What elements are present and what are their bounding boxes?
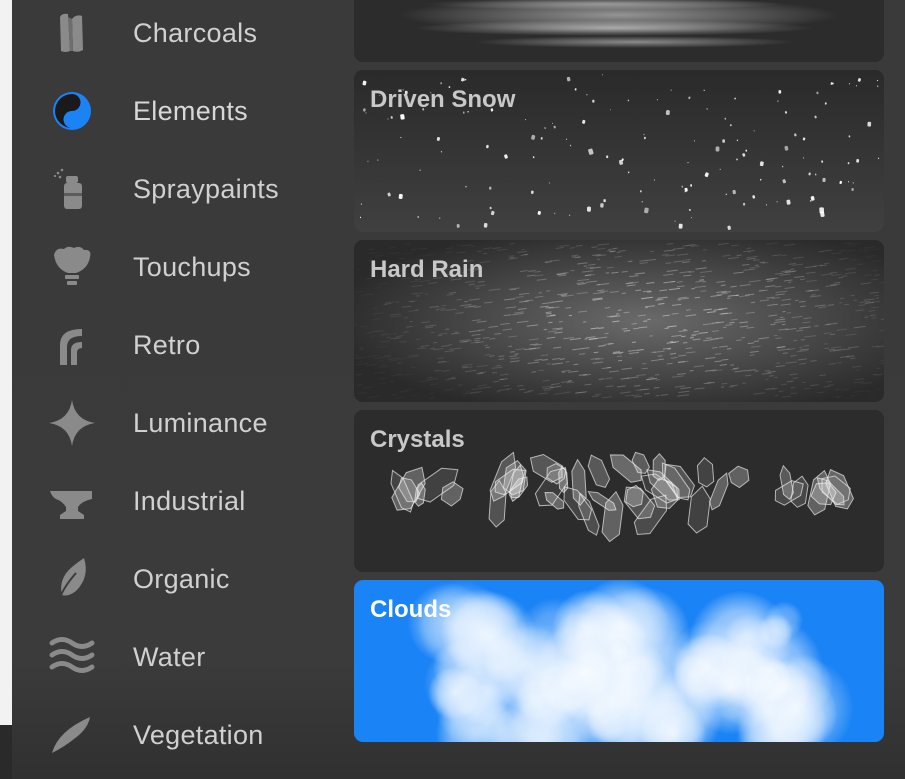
sidebar-item-label: Spraypaints [133,174,279,204]
leaf-icon [46,553,98,605]
sidebar-item-luminance[interactable]: Luminance [12,393,342,453]
sidebar-item-vegetation[interactable]: Vegetation [12,705,342,765]
sidebar-item-touchups[interactable]: Touchups [12,237,342,297]
sidebar-item-water[interactable]: Water [12,627,342,687]
brush-name: Clouds [370,596,452,623]
charcoal-icon [46,7,98,59]
sidebar-item-industrial[interactable]: Industrial [12,471,342,531]
brush-name: Hard Rain [370,256,484,283]
sidebar-item-label: Organic [133,564,230,594]
brush-card-driven-snow[interactable]: Driven Snow [354,70,884,232]
spray-can-icon [46,163,98,215]
brush-library-panel: Charcoals Elements Spraypaints Touchups … [12,0,905,779]
retro-arch-icon [46,319,98,371]
brush-card-clouds[interactable]: Clouds [354,580,884,742]
sidebar-item-label: Charcoals [133,18,258,48]
blade-icon [46,709,98,761]
streaks-preview [399,0,839,48]
sidebar-item-elements[interactable]: Elements [12,81,342,141]
sidebar-item-label: Elements [133,96,248,126]
waves-icon [46,631,98,683]
sidebar-item-label: Touchups [133,252,251,282]
brush-name: Driven Snow [370,86,516,113]
sidebar-item-spraypaints[interactable]: Spraypaints [12,159,342,219]
brush-card-crystals[interactable]: Crystals [354,410,884,572]
yin-yang-icon [46,85,98,137]
brush-card-hard-rain[interactable]: Hard Rain [354,240,884,402]
anvil-icon [46,475,98,527]
sidebar-item-label: Retro [133,330,201,360]
brush-card-streaks[interactable] [354,0,884,62]
brush-set-sidebar: Charcoals Elements Spraypaints Touchups … [12,0,342,779]
sidebar-item-label: Water [133,642,206,672]
sidebar-item-retro[interactable]: Retro [12,315,342,375]
sidebar-item-label: Industrial [133,486,246,516]
touchup-brush-icon [46,241,98,293]
brush-name: Crystals [370,426,465,453]
sidebar-item-label: Vegetation [133,720,264,750]
sidebar-item-organic[interactable]: Organic [12,549,342,609]
sparkle-icon [46,397,98,449]
sidebar-item-charcoals[interactable]: Charcoals [12,3,342,63]
sidebar-item-label: Luminance [133,408,268,438]
